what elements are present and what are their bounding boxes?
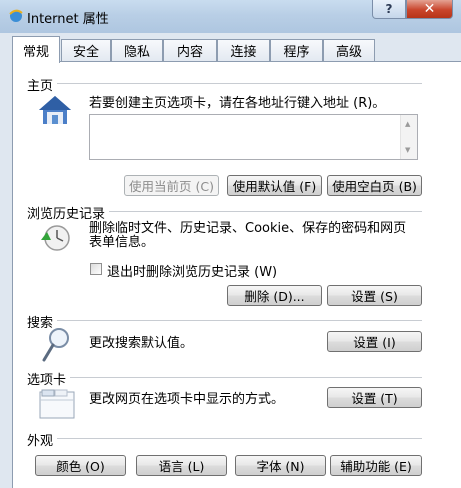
home-page-address-field[interactable]: ▲ ▼ — [89, 114, 418, 160]
delete-history-button[interactable]: 删除 (D)... — [227, 285, 322, 306]
appearance-group-heading: 外观 — [27, 430, 58, 449]
delete-on-exit-checkbox[interactable] — [90, 263, 102, 275]
tab-programs[interactable]: 程序 — [270, 39, 323, 61]
house-icon — [39, 96, 71, 124]
home-group-heading: 主页 — [27, 75, 58, 94]
use-blank-button[interactable]: 使用空白页 (B) — [327, 175, 422, 196]
search-description: 更改搜索默认值。 — [89, 336, 194, 351]
tab-general[interactable]: 常规 — [12, 36, 60, 63]
history-group-heading: 浏览历史记录 — [27, 203, 110, 222]
internet-options-icon — [9, 9, 23, 22]
history-description: 删除临时文件、历史记录、Cookie、保存的密码和网页表单信息。 — [89, 221, 407, 250]
scroll-up-icon[interactable]: ▲ — [405, 120, 410, 128]
address-scrollbar[interactable]: ▲ ▼ — [400, 115, 417, 159]
close-button[interactable]: ✕ — [406, 0, 453, 19]
search-group-divider — [33, 320, 422, 321]
use-current-button[interactable]: 使用当前页 (C) — [124, 175, 219, 196]
tabbed-window-icon — [39, 389, 75, 419]
tabs-description: 更改网页在选项卡中显示的方式。 — [89, 392, 285, 407]
fonts-button[interactable]: 字体 (N) — [235, 455, 326, 476]
tabs-settings-button[interactable]: 设置 (T) — [327, 387, 422, 408]
tabs-group-divider — [33, 377, 422, 378]
home-description: 若要创建主页选项卡，请在各地址行键入地址 (R)。 — [89, 96, 386, 111]
scroll-down-icon[interactable]: ▼ — [405, 146, 410, 154]
history-settings-button[interactable]: 设置 (S) — [327, 285, 422, 306]
tab-security[interactable]: 安全 — [61, 39, 111, 61]
tab-privacy[interactable]: 隐私 — [111, 39, 163, 61]
clock-refresh-icon — [41, 225, 70, 251]
tab-connections[interactable]: 连接 — [217, 39, 270, 61]
window-title: Internet 属性 — [27, 12, 109, 27]
general-tab-panel: 主页 若要创建主页选项卡，请在各地址行键入地址 (R)。 ▲ ▼ 使用当前页 (… — [12, 61, 461, 488]
languages-button[interactable]: 语言 (L) — [136, 455, 227, 476]
magnifier-icon — [42, 328, 69, 362]
search-settings-button[interactable]: 设置 (I) — [327, 331, 422, 352]
colors-button[interactable]: 颜色 (O) — [35, 455, 126, 476]
delete-on-exit-label: 退出时删除浏览历史记录 (W) — [107, 265, 278, 280]
appearance-group-divider — [33, 438, 422, 439]
help-button[interactable]: ? — [372, 0, 406, 19]
home-group-divider — [33, 83, 422, 84]
tabs-group-heading: 选项卡 — [27, 369, 71, 388]
tab-strip: 常规 安全 隐私 内容 连接 程序 高级 — [0, 33, 461, 63]
use-default-button[interactable]: 使用默认值 (F) — [227, 175, 322, 196]
accessibility-button[interactable]: 辅助功能 (E) — [330, 455, 422, 476]
tab-content[interactable]: 内容 — [163, 39, 217, 61]
tab-advanced[interactable]: 高级 — [323, 39, 375, 61]
title-bar: Internet 属性 ? ✕ — [0, 0, 461, 33]
